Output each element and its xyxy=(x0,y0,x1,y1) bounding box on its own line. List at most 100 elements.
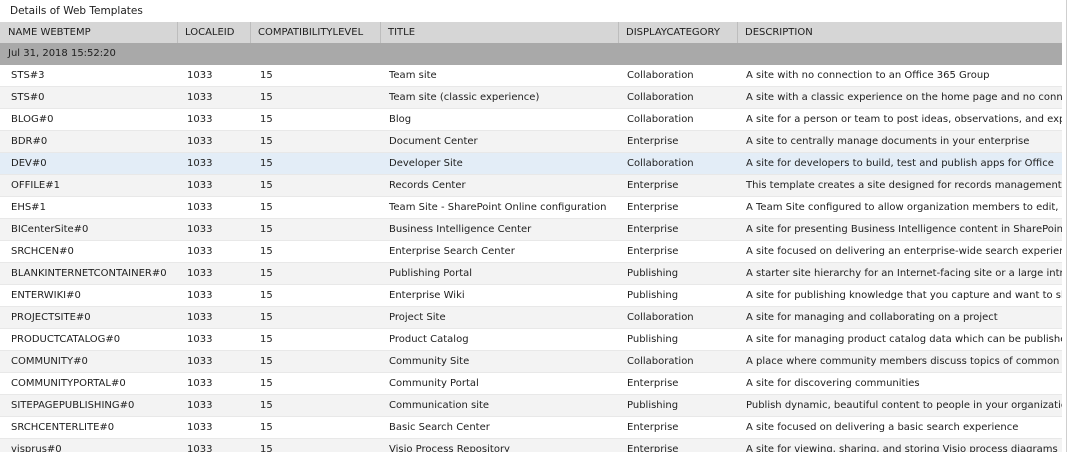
cell-description: A site for viewing, sharing, and storing… xyxy=(746,444,1058,452)
cell-compatibilitylevel: 15 xyxy=(260,422,273,433)
cell-displaycategory: Publishing xyxy=(627,400,679,411)
cell-displaycategory: Enterprise xyxy=(627,378,679,389)
cell-name-webtemp: BLOG#0 xyxy=(11,114,54,125)
cell-title: Community Site xyxy=(389,356,470,367)
cell-title: Project Site xyxy=(389,312,446,323)
cell-displaycategory: Collaboration xyxy=(627,356,694,367)
table-row[interactable]: SRCHCENTERLITE#0 1033 15 Basic Search Cente… xyxy=(0,417,1062,439)
cell-description: A site for managing and collaborating on… xyxy=(746,312,998,323)
cell-title: Team site (classic experience) xyxy=(389,92,540,103)
web-templates-window: Details of Web Templates NAME WEBTEMP LO… xyxy=(0,0,1069,452)
cell-displaycategory: Collaboration xyxy=(627,158,694,169)
cell-title: Visio Process Repository xyxy=(389,444,510,452)
table-row[interactable]: ENTERWIKI#0 1033 15 Enterprise Wiki Publishi… xyxy=(0,285,1062,307)
cell-localeid: 1033 xyxy=(187,136,213,147)
cell-title: Enterprise Wiki xyxy=(389,290,465,301)
table-row[interactable]: DEV#0 1033 15 Developer Site Collaboration A … xyxy=(0,153,1062,175)
cell-compatibilitylevel: 15 xyxy=(260,378,273,389)
cell-title: Records Center xyxy=(389,180,466,191)
cell-compatibilitylevel: 15 xyxy=(260,202,273,213)
cell-description: Publish dynamic, beautiful content to pe… xyxy=(746,400,1062,411)
cell-displaycategory: Collaboration xyxy=(627,70,694,81)
cell-displaycategory: Collaboration xyxy=(627,92,694,103)
table-row[interactable]: BLANKINTERNETCONTAINER#0 1033 15 Publishing… xyxy=(0,263,1062,285)
table-row[interactable]: SRCHCEN#0 1033 15 Enterprise Search Center E… xyxy=(0,241,1062,263)
table-row[interactable]: visprus#0 1033 15 Visio Process Repository E… xyxy=(0,439,1062,452)
group-header-row[interactable]: Jul 31, 2018 15:52:20 xyxy=(0,43,1062,65)
table-row[interactable]: OFFILE#1 1033 15 Records Center Enterprise Th… xyxy=(0,175,1062,197)
cell-title: Developer Site xyxy=(389,158,463,169)
table-row[interactable]: STS#0 1033 15 Team site (classic experience… xyxy=(0,87,1062,109)
cell-description: A place where community members discuss … xyxy=(746,356,1062,367)
cell-description: A site with a classic experience on the … xyxy=(746,92,1062,103)
cell-localeid: 1033 xyxy=(187,378,213,389)
cell-localeid: 1033 xyxy=(187,400,213,411)
column-header-description[interactable]: DESCRIPTION xyxy=(738,22,1062,43)
cell-localeid: 1033 xyxy=(187,444,213,452)
cell-title: Basic Search Center xyxy=(389,422,490,433)
cell-name-webtemp: BLANKINTERNETCONTAINER#0 xyxy=(11,268,167,279)
cell-title: Product Catalog xyxy=(389,334,469,345)
table-row[interactable]: PRODUCTCATALOG#0 1033 15 Product Catalog Pub… xyxy=(0,329,1062,351)
column-header-displaycategory[interactable]: DISPLAYCATEGORY xyxy=(619,22,738,43)
cell-displaycategory: Enterprise xyxy=(627,136,679,147)
cell-displaycategory: Enterprise xyxy=(627,422,679,433)
cell-compatibilitylevel: 15 xyxy=(260,312,273,323)
cell-compatibilitylevel: 15 xyxy=(260,70,273,81)
cell-displaycategory: Publishing xyxy=(627,334,679,345)
table-row[interactable]: STS#3 1033 15 Team site Collaboration A site … xyxy=(0,65,1062,87)
table-row[interactable]: EHS#1 1033 15 Team Site - SharePoint Online… xyxy=(0,197,1062,219)
cell-name-webtemp: COMMUNITYPORTAL#0 xyxy=(11,378,126,389)
cell-name-webtemp: OFFILE#1 xyxy=(11,180,60,191)
cell-localeid: 1033 xyxy=(187,334,213,345)
cell-compatibilitylevel: 15 xyxy=(260,268,273,279)
cell-displaycategory: Enterprise xyxy=(627,202,679,213)
table-row[interactable]: COMMUNITY#0 1033 15 Community Site Collabora… xyxy=(0,351,1062,373)
cell-displaycategory: Collaboration xyxy=(627,114,694,125)
cell-compatibilitylevel: 15 xyxy=(260,444,273,452)
column-header-compatibilitylevel[interactable]: COMPATIBILITYLEVEL xyxy=(251,22,381,43)
cell-description: This template creates a site designed fo… xyxy=(746,180,1062,191)
cell-name-webtemp: ENTERWIKI#0 xyxy=(11,290,81,301)
cell-compatibilitylevel: 15 xyxy=(260,158,273,169)
cell-displaycategory: Enterprise xyxy=(627,224,679,235)
table-row[interactable]: PROJECTSITE#0 1033 15 Project Site Collabora… xyxy=(0,307,1062,329)
cell-name-webtemp: SITEPAGEPUBLISHING#0 xyxy=(11,400,135,411)
cell-localeid: 1033 xyxy=(187,180,213,191)
cell-name-webtemp: BICenterSite#0 xyxy=(11,224,89,235)
table-row[interactable]: BLOG#0 1033 15 Blog Collaboration A site for … xyxy=(0,109,1062,131)
cell-description: A Team Site configured to allow organiza… xyxy=(746,202,1062,213)
column-header-name-webtemp[interactable]: NAME WEBTEMP xyxy=(0,22,178,43)
cell-title: Business Intelligence Center xyxy=(389,224,532,235)
cell-description: A site for publishing knowledge that you… xyxy=(746,290,1062,301)
column-header-title[interactable]: TITLE xyxy=(381,22,619,43)
cell-name-webtemp: EHS#1 xyxy=(11,202,46,213)
table-row[interactable]: BICenterSite#0 1033 15 Business Intelligenc… xyxy=(0,219,1062,241)
table-row[interactable]: COMMUNITYPORTAL#0 1033 15 Community Portal E… xyxy=(0,373,1062,395)
cell-compatibilitylevel: 15 xyxy=(260,180,273,191)
cell-displaycategory: Collaboration xyxy=(627,312,694,323)
column-header-localeid[interactable]: LOCALEID xyxy=(178,22,251,43)
table-body: STS#3 1033 15 Team site Collaboration A site … xyxy=(0,65,1062,452)
cell-displaycategory: Publishing xyxy=(627,268,679,279)
cell-name-webtemp: STS#3 xyxy=(11,70,45,81)
cell-description: A starter site hierarchy for an Internet… xyxy=(746,268,1062,279)
cell-title: Team Site - SharePoint Online configurat… xyxy=(389,202,607,213)
cell-compatibilitylevel: 15 xyxy=(260,224,273,235)
cell-displaycategory: Enterprise xyxy=(627,444,679,452)
table-row[interactable]: BDR#0 1033 15 Document Center Enterprise A si… xyxy=(0,131,1062,153)
cell-compatibilitylevel: 15 xyxy=(260,334,273,345)
cell-localeid: 1033 xyxy=(187,92,213,103)
table-row[interactable]: SITEPAGEPUBLISHING#0 1033 15 Communication … xyxy=(0,395,1062,417)
cell-localeid: 1033 xyxy=(187,114,213,125)
cell-localeid: 1033 xyxy=(187,356,213,367)
cell-localeid: 1033 xyxy=(187,224,213,235)
cell-name-webtemp: PRODUCTCATALOG#0 xyxy=(11,334,121,345)
cell-compatibilitylevel: 15 xyxy=(260,290,273,301)
cell-title: Community Portal xyxy=(389,378,479,389)
cell-description: A site for a person or team to post idea… xyxy=(746,114,1062,125)
cell-displaycategory: Publishing xyxy=(627,290,679,301)
cell-title: Team site xyxy=(389,70,437,81)
cell-localeid: 1033 xyxy=(187,202,213,213)
cell-description: A site for managing product catalog data… xyxy=(746,334,1062,345)
